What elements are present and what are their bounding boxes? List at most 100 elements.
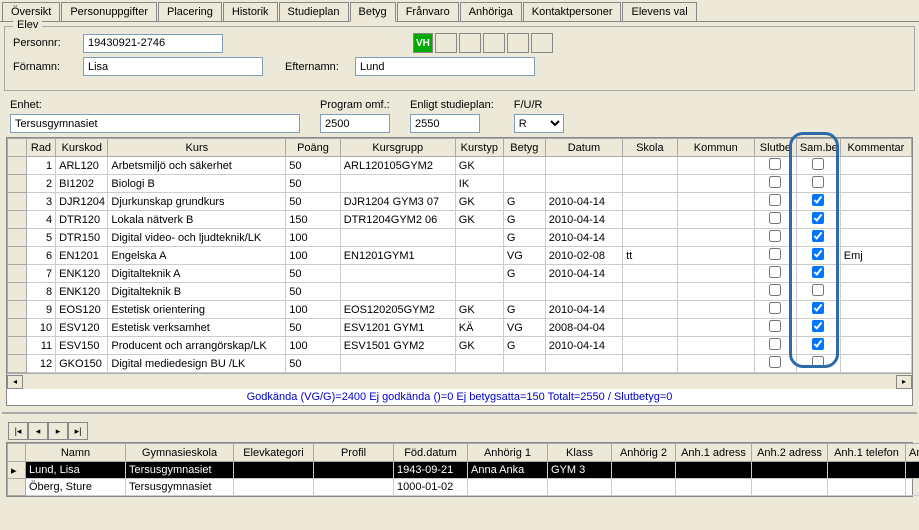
table-row[interactable]: 11ESV150Producent och arrangörskap/LK100… [8, 337, 912, 355]
tab-frånvaro[interactable]: Frånvaro [397, 2, 459, 21]
col2-namn[interactable]: Namn [26, 444, 126, 462]
program-omf-input[interactable] [320, 114, 390, 133]
col-kommentar[interactable]: Kommentar [840, 139, 911, 157]
slut-checkbox[interactable] [769, 302, 781, 314]
grades-grid: RadKurskodKursPoängKursgruppKurstypBetyg… [6, 137, 913, 406]
slut-checkbox[interactable] [769, 194, 781, 206]
col2-elevkategori[interactable]: Elevkategori [234, 444, 314, 462]
tab-bar: ÖversiktPersonuppgifterPlaceringHistorik… [0, 0, 919, 22]
sam-checkbox[interactable] [812, 320, 824, 332]
sam-checkbox[interactable] [812, 284, 824, 296]
slut-checkbox[interactable] [769, 158, 781, 170]
scroll-left-icon[interactable]: ◂ [7, 375, 23, 389]
grid-hscroll[interactable]: ◂ ▸ [7, 373, 912, 389]
students-grid: NamnGymnasieskolaElevkategoriProfilFöd.d… [6, 442, 913, 497]
table-row[interactable]: 6EN1201Engelska A100EN1201GYM1VG2010-02-… [8, 247, 912, 265]
col2-anh-2-te[interactable]: Anh.2 te [906, 444, 919, 462]
table-row[interactable]: 12GKO150Digital mediedesign BU /LK50 [8, 355, 912, 373]
table-row[interactable]: 5DTR150Digital video- och ljudteknik/LK1… [8, 229, 912, 247]
col2-klass[interactable]: Klass [548, 444, 612, 462]
col2-anh-1-adress[interactable]: Anh.1 adress [676, 444, 752, 462]
table-row[interactable]: 1ARL120Arbetsmiljö och säkerhet50ARL1201… [8, 157, 912, 175]
table-row[interactable]: 4DTR120Lokala nätverk B150DTR1204GYM2 06… [8, 211, 912, 229]
col2-gymnasieskola[interactable]: Gymnasieskola [126, 444, 234, 462]
col2-f-d-datum[interactable]: Föd.datum [394, 444, 468, 462]
toolbar-btn-4[interactable] [507, 33, 529, 53]
tab-elevens val[interactable]: Elevens val [622, 2, 696, 21]
program-omf-label: Program omf.: [320, 99, 390, 111]
col-rad[interactable]: Rad [26, 139, 55, 157]
sam-checkbox[interactable] [812, 338, 824, 350]
table-row[interactable]: 10ESV120Estetisk verksamhet50ESV1201 GYM… [8, 319, 912, 337]
table-row[interactable]: 9EOS120Estetisk orientering100EOS120205G… [8, 301, 912, 319]
personnr-input[interactable] [83, 34, 223, 53]
personnr-label: Personnr: [13, 37, 83, 49]
tab-personuppgifter[interactable]: Personuppgifter [61, 2, 157, 21]
program-row: Enhet: Program omf.: Enligt studieplan: … [0, 95, 919, 137]
toolbar-btn-3[interactable] [483, 33, 505, 53]
col-kurs[interactable]: Kurs [108, 139, 286, 157]
tab-placering[interactable]: Placering [158, 2, 222, 21]
toolbar-btn-5[interactable] [531, 33, 553, 53]
sam-checkbox[interactable] [812, 266, 824, 278]
slut-checkbox[interactable] [769, 230, 781, 242]
vh-button[interactable]: VH [413, 33, 433, 53]
col-kursgrupp[interactable]: Kursgrupp [340, 139, 455, 157]
col-kurskod[interactable]: Kurskod [56, 139, 108, 157]
table-row[interactable]: 2BI1202Biologi B50IK [8, 175, 912, 193]
table-row[interactable]: 8ENK120Digitalteknik B50 [8, 283, 912, 301]
col-poäng[interactable]: Poäng [286, 139, 340, 157]
col2-anh-rig-1[interactable]: Anhörig 1 [468, 444, 548, 462]
sam-checkbox[interactable] [812, 158, 824, 170]
col-slutbe[interactable]: Slutbe [754, 139, 796, 157]
enhet-input[interactable] [10, 114, 300, 133]
student-row[interactable]: ▸Lund, LisaTersusgymnasiet1943-09-21Anna… [8, 462, 919, 479]
sam-checkbox[interactable] [812, 356, 824, 368]
slut-checkbox[interactable] [769, 212, 781, 224]
tab-studieplan[interactable]: Studieplan [279, 2, 349, 21]
slut-checkbox[interactable] [769, 284, 781, 296]
toolbar-btn-2[interactable] [459, 33, 481, 53]
col2-anh-1-telefon[interactable]: Anh.1 telefon [828, 444, 906, 462]
tab-betyg[interactable]: Betyg [350, 2, 396, 22]
scroll-right-icon[interactable]: ▸ [896, 375, 912, 389]
sam-checkbox[interactable] [812, 248, 824, 260]
tab-historik[interactable]: Historik [223, 2, 278, 21]
col2-anh-rig-2[interactable]: Anhörig 2 [612, 444, 676, 462]
col-betyg[interactable]: Betyg [503, 139, 545, 157]
sam-checkbox[interactable] [812, 212, 824, 224]
col-kommun[interactable]: Kommun [677, 139, 754, 157]
sam-checkbox[interactable] [812, 230, 824, 242]
slut-checkbox[interactable] [769, 248, 781, 260]
slut-checkbox[interactable] [769, 266, 781, 278]
table-row[interactable]: 7ENK120Digitalteknik A50G2010-04-14 [8, 265, 912, 283]
efternamn-input[interactable] [355, 57, 535, 76]
slut-checkbox[interactable] [769, 338, 781, 350]
col-datum[interactable]: Datum [545, 139, 622, 157]
fornamn-input[interactable] [83, 57, 263, 76]
toolbar-btn-1[interactable] [435, 33, 457, 53]
studieplan-input[interactable] [410, 114, 480, 133]
elev-fieldset: Elev Personnr: VH Förnamn: Efternamn: [4, 26, 915, 91]
col2-profil[interactable]: Profil [314, 444, 394, 462]
sam-checkbox[interactable] [812, 176, 824, 188]
table-row[interactable]: 3DJR1204Djurkunskap grundkurs50DJR1204 G… [8, 193, 912, 211]
col-skola[interactable]: Skola [623, 139, 677, 157]
slut-checkbox[interactable] [769, 176, 781, 188]
tab-anhöriga[interactable]: Anhöriga [460, 2, 522, 21]
student-row[interactable]: Öberg, StureTersusgymnasiet1000-01-02 [8, 479, 919, 496]
nav-next-button[interactable]: ▸ [48, 422, 68, 440]
col-kurstyp[interactable]: Kurstyp [455, 139, 503, 157]
slut-checkbox[interactable] [769, 320, 781, 332]
nav-last-button[interactable]: ▸| [68, 422, 88, 440]
record-nav: |◂ ◂ ▸ ▸| [0, 418, 919, 442]
fur-select[interactable]: R [514, 114, 564, 133]
nav-first-button[interactable]: |◂ [8, 422, 28, 440]
sam-checkbox[interactable] [812, 194, 824, 206]
tab-kontaktpersoner[interactable]: Kontaktpersoner [523, 2, 622, 21]
col2-anh-2-adress[interactable]: Anh.2 adress [752, 444, 828, 462]
sam-checkbox[interactable] [812, 302, 824, 314]
nav-prev-button[interactable]: ◂ [28, 422, 48, 440]
slut-checkbox[interactable] [769, 356, 781, 368]
col-sam.be[interactable]: Sam.be [796, 139, 840, 157]
